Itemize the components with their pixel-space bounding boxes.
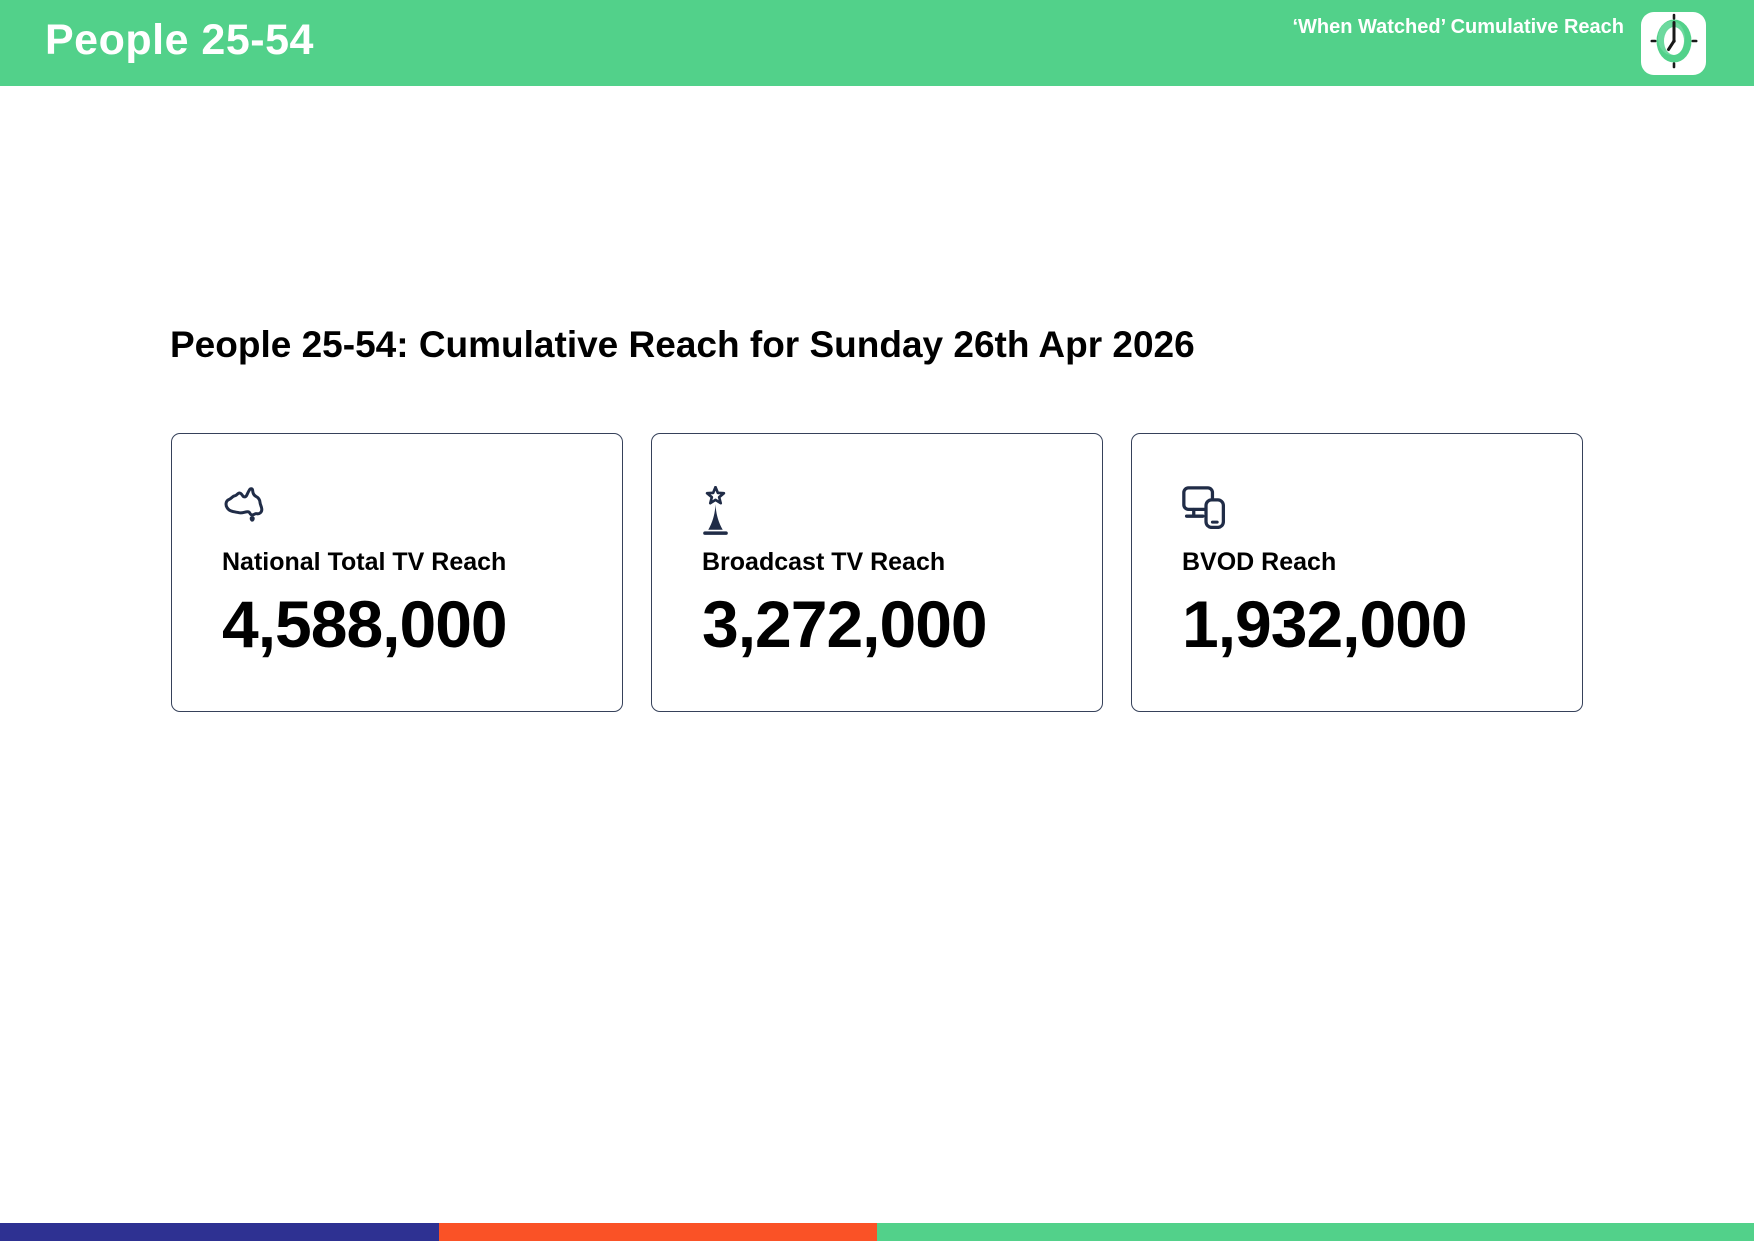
card-value: 3,272,000 bbox=[702, 591, 1074, 657]
header-right-group: ‘When Watched’ Cumulative Reach bbox=[1292, 12, 1706, 75]
card-value: 1,932,000 bbox=[1182, 591, 1554, 657]
card-label: National Total TV Reach bbox=[222, 549, 594, 577]
clock-icon bbox=[1650, 13, 1698, 74]
header-bar: People 25-54 ‘When Watched’ Cumulative R… bbox=[0, 0, 1754, 86]
header-tagline: ‘When Watched’ Cumulative Reach bbox=[1292, 16, 1624, 39]
footer-color-stripe bbox=[0, 1223, 1754, 1241]
card-bvod-reach: BVOD Reach 1,932,000 bbox=[1131, 433, 1583, 712]
devices-icon bbox=[1182, 486, 1554, 538]
page-title: People 25-54: Cumulative Reach for Sunda… bbox=[170, 325, 1195, 366]
footer-segment-blue bbox=[0, 1223, 439, 1241]
page-audience-title: People 25-54 bbox=[45, 19, 314, 62]
footer-segment-green bbox=[877, 1223, 1754, 1241]
card-label: Broadcast TV Reach bbox=[702, 549, 1074, 577]
card-broadcast-tv-reach: Broadcast TV Reach 3,272,000 bbox=[651, 433, 1103, 712]
australia-map-icon bbox=[222, 486, 594, 538]
card-national-total-tv-reach: National Total TV Reach 4,588,000 bbox=[171, 433, 623, 712]
card-value: 4,588,000 bbox=[222, 591, 594, 657]
clock-logo-badge bbox=[1641, 12, 1706, 75]
footer-segment-orange bbox=[439, 1223, 878, 1241]
card-label: BVOD Reach bbox=[1182, 549, 1554, 577]
broadcast-tower-icon bbox=[702, 486, 1074, 538]
reach-cards-row: National Total TV Reach 4,588,000 Broadc… bbox=[171, 433, 1583, 712]
